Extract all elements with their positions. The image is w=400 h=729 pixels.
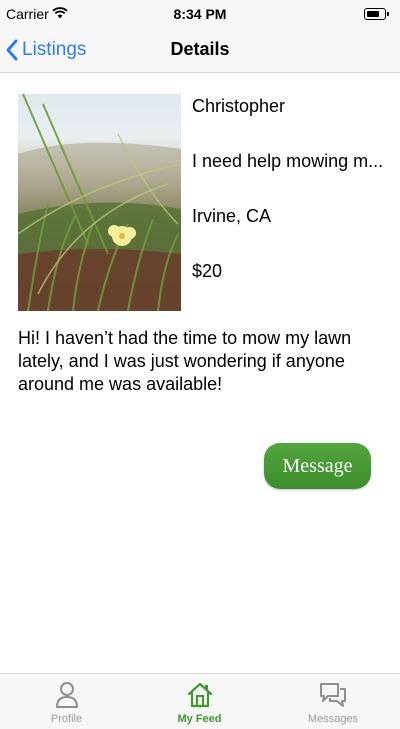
- tab-label: Messages: [307, 713, 359, 725]
- tab-my-feed[interactable]: My Feed: [133, 674, 266, 729]
- tab-label: Profile: [50, 713, 83, 725]
- tab-bar: Profile My Feed Messages: [0, 673, 400, 729]
- poster-name: Christopher: [192, 96, 286, 116]
- listing-description: Hi! I haven’t had the time to mow my law…: [18, 328, 352, 394]
- listing-headline: I need help mowing m...: [192, 151, 384, 171]
- listing-photo: [18, 94, 181, 311]
- person-icon: [54, 681, 80, 714]
- chat-bubbles-icon: [318, 681, 348, 714]
- listing-location: Irvine, CA: [192, 206, 272, 226]
- navigation-bar: Listings Details: [0, 28, 400, 73]
- home-icon: [186, 681, 214, 714]
- battery-level: [367, 11, 379, 17]
- page-title: Details: [170, 39, 230, 59]
- status-bar: Carrier 8:34 PM: [0, 0, 400, 28]
- listing-price: $20: [192, 261, 223, 281]
- message-button[interactable]: Message: [264, 443, 371, 489]
- tab-label: My Feed: [177, 713, 222, 725]
- tab-profile[interactable]: Profile: [0, 674, 133, 729]
- tab-messages[interactable]: Messages: [266, 674, 400, 729]
- battery-icon: [364, 8, 389, 20]
- status-time: 8:34 PM: [173, 6, 227, 22]
